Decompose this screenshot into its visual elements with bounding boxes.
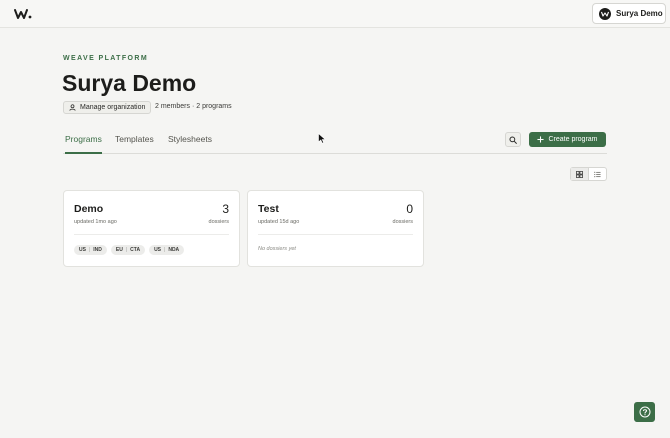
weave-logo-icon <box>601 11 609 17</box>
program-name: Test <box>258 203 279 215</box>
dossier-unit: dossiers <box>392 219 413 225</box>
view-toggle <box>570 167 607 181</box>
tag-type: CTA <box>130 247 141 253</box>
tag-list: US | IND EU | CTA US | NDA <box>74 245 185 255</box>
tag-region: US <box>79 247 86 253</box>
tag-separator: | <box>125 247 128 253</box>
manage-organization-button[interactable]: Manage organization <box>63 101 152 114</box>
region-tag: US | IND <box>74 245 107 255</box>
card-divider <box>258 234 413 235</box>
tag-type: IND <box>93 247 102 253</box>
empty-dossiers-note: No dossiers yet <box>258 246 296 252</box>
program-name: Demo <box>74 203 104 215</box>
organization-meta: 2 members · 2 programs <box>155 103 232 110</box>
tab-stylesheets[interactable]: Stylesheets <box>168 134 212 154</box>
region-tag: EU | CTA <box>110 245 146 255</box>
dossier-count: 0 <box>406 202 413 216</box>
dossier-unit: dossiers <box>208 219 229 225</box>
program-card-demo[interactable]: Demo 3 updated 1mo ago dossiers US | IND… <box>63 190 240 267</box>
grid-view-button[interactable] <box>571 168 589 180</box>
dossier-count: 3 <box>222 202 229 216</box>
page-title: Surya Demo <box>62 70 197 96</box>
tab-bar: Programs Templates Stylesheets <box>63 127 607 154</box>
tag-region: US <box>154 247 162 253</box>
user-menu-button[interactable]: Surya Demo <box>592 3 666 24</box>
tab-templates[interactable]: Templates <box>115 134 154 154</box>
create-program-label: Create program <box>548 136 598 143</box>
manage-organization-label: Manage organization <box>80 104 146 111</box>
tag-region: EU <box>115 247 123 253</box>
plus-icon <box>537 136 545 143</box>
region-tag: US | NDA <box>149 245 185 255</box>
program-updated: updated 1mo ago <box>74 219 117 225</box>
weave-logo-icon[interactable] <box>14 8 32 20</box>
mouse-cursor-icon <box>318 133 326 144</box>
tag-separator: | <box>88 247 91 253</box>
help-button[interactable] <box>634 402 655 422</box>
tab-programs[interactable]: Programs <box>65 134 102 154</box>
search-icon <box>509 135 517 144</box>
tag-type: NDA <box>168 247 180 253</box>
help-icon <box>639 406 650 418</box>
section-eyebrow: WEAVE PLATFORM <box>63 55 149 62</box>
user-icon <box>69 104 76 111</box>
card-divider <box>74 234 229 235</box>
top-bar: Surya Demo <box>0 0 670 28</box>
create-program-button[interactable]: Create program <box>529 132 606 147</box>
avatar <box>599 7 611 20</box>
tag-separator: | <box>164 247 166 253</box>
grid-view-icon <box>576 170 583 178</box>
list-view-button[interactable] <box>589 168 606 180</box>
user-name: Surya Demo <box>616 9 663 18</box>
search-button[interactable] <box>505 132 521 147</box>
program-updated: updated 15d ago <box>258 219 300 225</box>
program-card-test[interactable]: Test 0 updated 15d ago dossiers No dossi… <box>247 190 424 267</box>
list-view-icon <box>594 171 601 177</box>
